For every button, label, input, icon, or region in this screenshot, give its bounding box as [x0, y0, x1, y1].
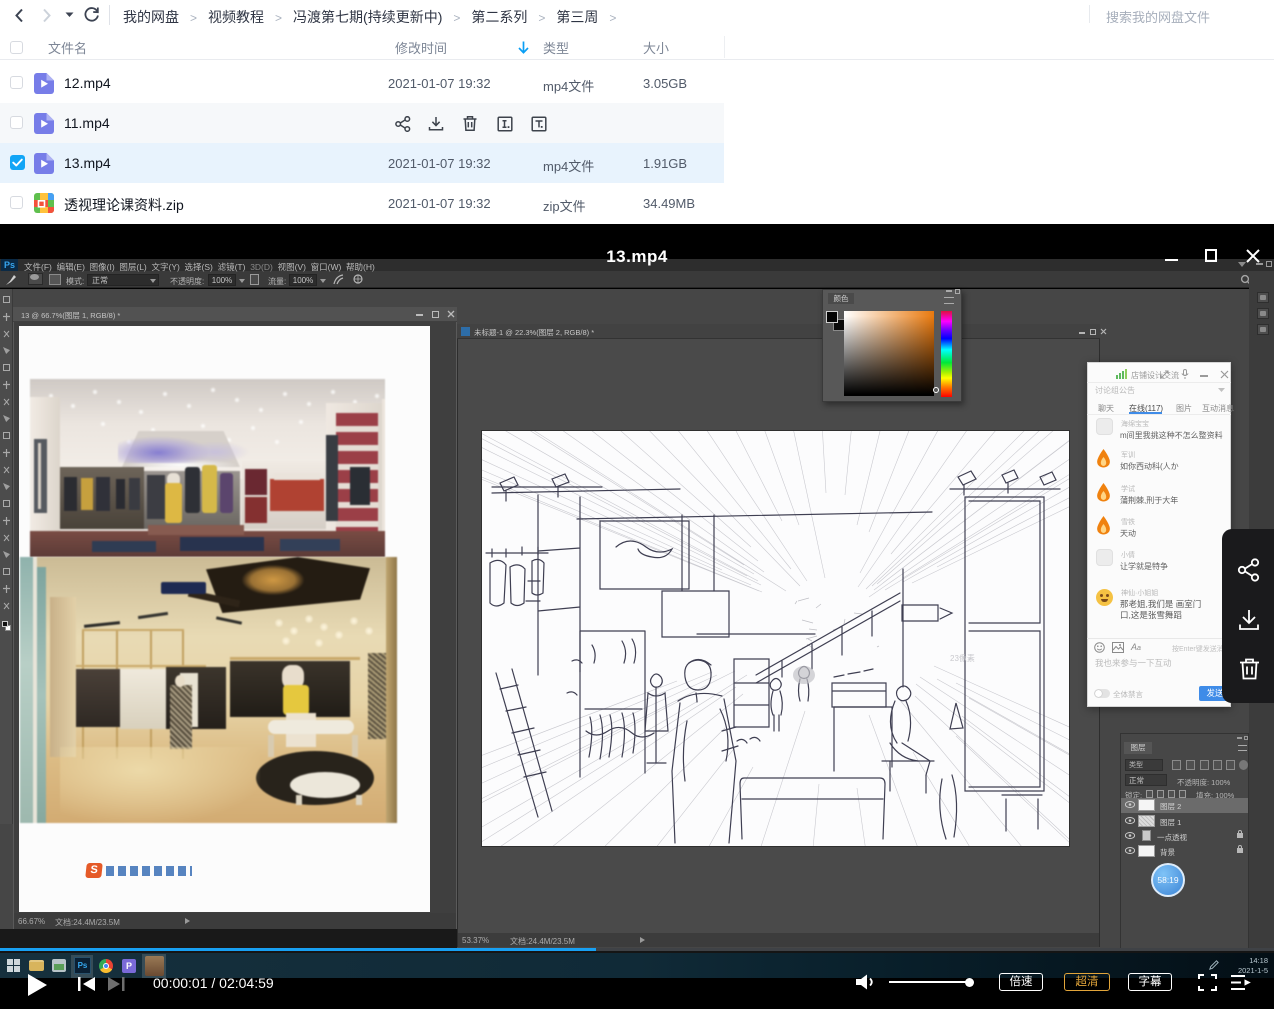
- svg-text:23像素: 23像素: [950, 653, 975, 663]
